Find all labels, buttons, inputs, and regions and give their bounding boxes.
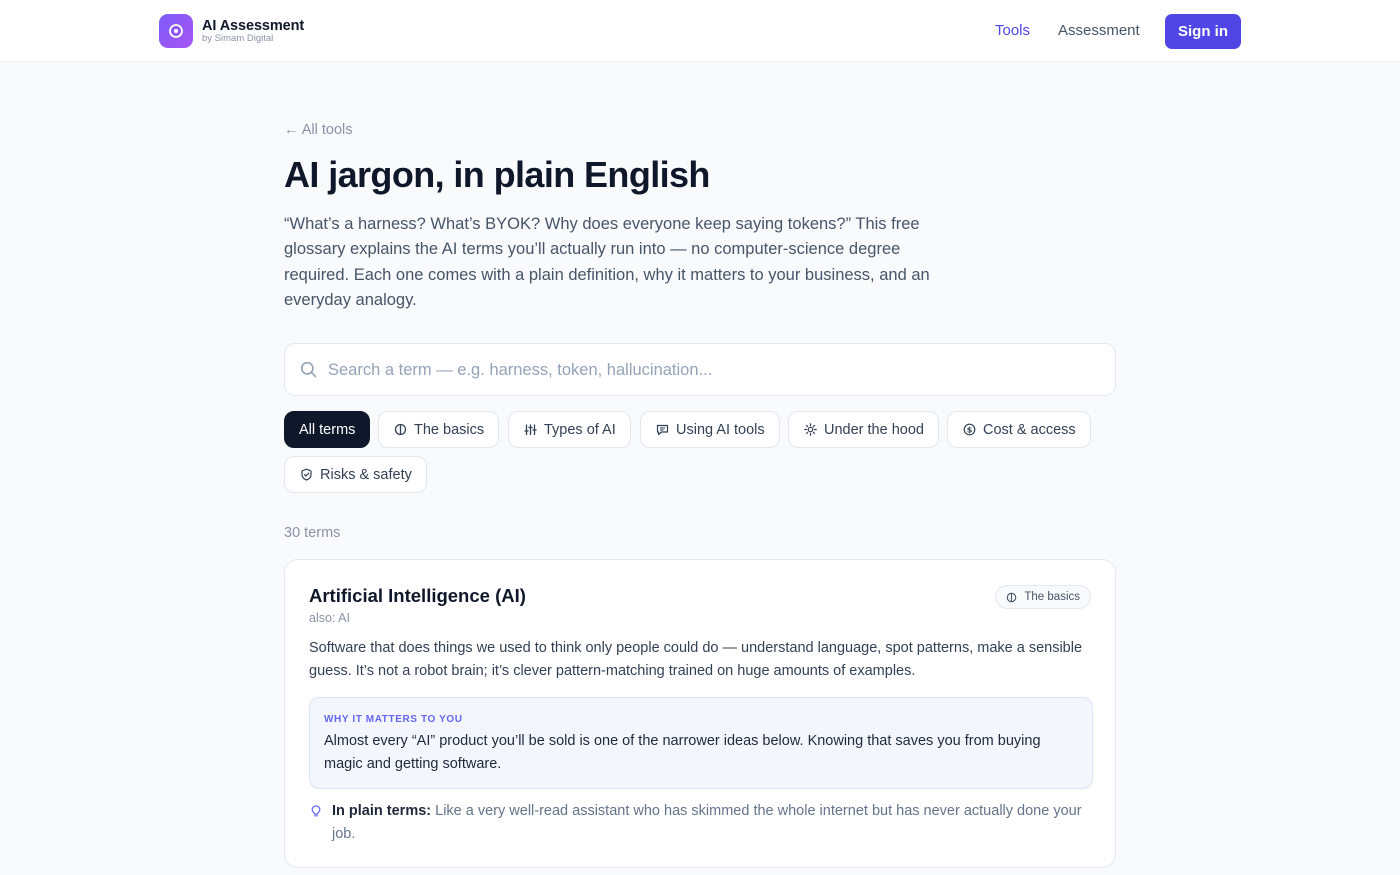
dollar-icon: $ xyxy=(962,423,976,437)
filter-under-the-hood[interactable]: Under the hood xyxy=(788,411,939,448)
term-also-known-as: also: AI xyxy=(309,611,350,625)
term-title: Artificial Intelligence (AI) xyxy=(309,585,526,606)
chat-icon xyxy=(655,423,669,437)
filter-label: Types of AI xyxy=(544,421,616,438)
nav-link-assessment[interactable]: Assessment xyxy=(1058,22,1140,39)
top-navigation-bar: AI Assessment by Simam Digital Tools Ass… xyxy=(0,0,1400,62)
brand-subtitle: by Simam Digital xyxy=(202,33,274,44)
filter-the-basics[interactable]: The basics xyxy=(378,411,500,448)
svg-text:$: $ xyxy=(966,425,972,434)
back-to-all-tools-link[interactable]: ← All tools xyxy=(284,122,353,138)
why-it-matters-text: Almost every “AI” product you’ll be sold… xyxy=(324,733,1041,772)
lightbulb-icon xyxy=(311,805,321,823)
filter-risks-and-safety[interactable]: Risks & safety xyxy=(284,456,427,493)
term-definition: Software that does things we used to thi… xyxy=(309,640,1083,679)
filter-all-terms[interactable]: All terms xyxy=(284,411,371,448)
filter-label: Using AI tools xyxy=(676,421,765,438)
brain-icon xyxy=(1006,592,1017,603)
sliders-icon xyxy=(523,423,537,437)
term-card: Artificial Intelligence (AI) also: AI Th… xyxy=(284,559,1116,868)
brand-logo-icon xyxy=(159,14,193,48)
filter-label: Cost & access xyxy=(983,421,1076,438)
brain-icon xyxy=(393,423,407,437)
filter-cost-and-access[interactable]: $ Cost & access xyxy=(947,411,1091,448)
filter-label: Risks & safety xyxy=(320,466,412,483)
filter-types-of-ai[interactable]: Types of AI xyxy=(508,411,631,448)
analogy-body: Like a very well-read assistant who has … xyxy=(332,803,1082,842)
search-box xyxy=(284,343,1116,396)
analogy-text: In plain terms: Like a very well-read as… xyxy=(332,800,1092,845)
why-it-matters-box: WHY IT MATTERS TO YOU Almost every “AI” … xyxy=(309,697,1093,789)
filter-using-ai-tools[interactable]: Using AI tools xyxy=(640,411,780,448)
brand[interactable]: AI Assessment by Simam Digital xyxy=(159,14,304,48)
page-title: AI jargon, in plain English xyxy=(284,154,710,195)
sign-in-button[interactable]: Sign in xyxy=(1165,14,1241,49)
brand-title: AI Assessment xyxy=(202,17,305,34)
category-badge: The basics xyxy=(995,585,1091,609)
category-badge-label: The basics xyxy=(1024,591,1080,603)
gear-icon xyxy=(803,423,817,437)
filter-label: All terms xyxy=(299,421,356,438)
shield-icon xyxy=(299,468,313,482)
filter-label: Under the hood xyxy=(824,421,924,438)
analogy-label: In plain terms: xyxy=(332,803,432,819)
page-intro: “What’s a harness? What’s BYOK? Why does… xyxy=(284,215,930,309)
term-count: 30 terms xyxy=(284,525,341,541)
search-input[interactable] xyxy=(328,354,1098,386)
nav-link-tools[interactable]: Tools xyxy=(995,22,1030,39)
why-it-matters-label: WHY IT MATTERS TO YOU xyxy=(324,714,463,725)
filter-label: The basics xyxy=(414,421,485,438)
search-icon xyxy=(300,361,317,383)
